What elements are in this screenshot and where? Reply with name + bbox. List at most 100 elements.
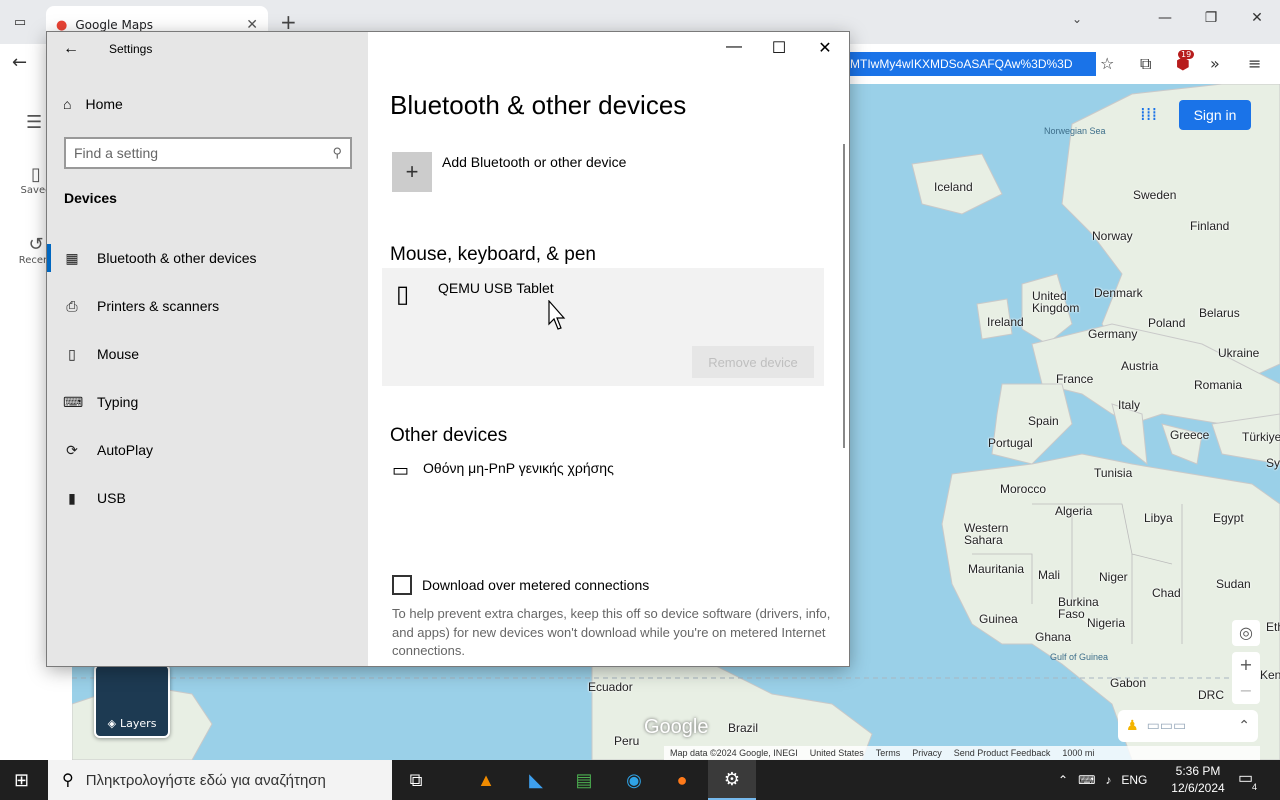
layers-button[interactable]: ◈ Layers xyxy=(94,664,170,738)
layers-icon: ◈ xyxy=(107,717,117,730)
language-indicator[interactable]: ENG xyxy=(1121,773,1147,787)
my-location-icon[interactable]: ◎ xyxy=(1232,620,1260,646)
scale-label[interactable]: 1000 mi xyxy=(1062,748,1094,758)
task-view-icon[interactable]: ⧉ xyxy=(392,760,440,800)
bookmark-star-icon[interactable]: ☆ xyxy=(1100,54,1114,73)
close-icon[interactable]: ✕ xyxy=(813,38,837,58)
tab-list-icon[interactable]: ▭ xyxy=(8,10,32,34)
vlc-icon[interactable]: ▲ xyxy=(462,760,510,800)
nav-typing[interactable]: ⌨ Typing xyxy=(47,380,368,424)
settings-title: Settings xyxy=(109,42,153,56)
imagery-thumbnails-icon[interactable]: ▭▭▭ xyxy=(1147,718,1187,734)
expand-chevron-icon[interactable]: ⌃ xyxy=(1238,718,1250,734)
metered-checkbox[interactable] xyxy=(392,575,412,595)
volume-icon[interactable]: ♪ xyxy=(1105,773,1111,787)
map-label: Italy xyxy=(1118,398,1141,412)
map-label: Ghana xyxy=(1035,630,1072,644)
map-region-link[interactable]: United States xyxy=(810,748,864,758)
google-apps-icon[interactable]: ⁞⁞⁞ xyxy=(1140,104,1157,125)
hamburger-icon[interactable]: ☰ xyxy=(26,112,42,133)
map-label: France xyxy=(1056,372,1094,386)
terms-link[interactable]: Terms xyxy=(876,748,901,758)
map-label: Sudan xyxy=(1216,577,1251,591)
map-label: Greece xyxy=(1170,428,1210,442)
windows-start-icon[interactable]: ⊞ xyxy=(14,770,29,791)
tray-chevron-icon[interactable]: ⌃ xyxy=(1058,773,1068,787)
google-logo: Google xyxy=(644,716,709,738)
extensions-icon[interactable]: ⧉ xyxy=(1140,54,1151,74)
settings-back-icon[interactable]: ← xyxy=(63,40,79,58)
tab-title: Google Maps xyxy=(75,18,154,32)
find-setting-input[interactable] xyxy=(74,145,314,161)
feedback-link[interactable]: Send Product Feedback xyxy=(954,748,1051,758)
street-view-bar[interactable]: ♟ ▭▭▭ ⌃ xyxy=(1118,710,1258,742)
url-field[interactable]: MTIwMy4wIKXMDSoASAFQAw%3D%3D xyxy=(848,52,1096,76)
menu-icon[interactable]: ≡ xyxy=(1248,54,1261,73)
maximize-icon[interactable]: ☐ xyxy=(767,38,791,58)
content-scrollbar[interactable] xyxy=(843,144,845,448)
browser-back-icon[interactable]: ← xyxy=(12,52,27,73)
mouse-icon: ▯ xyxy=(68,345,76,362)
find-setting-field[interactable]: ⚲ xyxy=(64,137,352,169)
add-device-button[interactable]: + Add Bluetooth or other device xyxy=(392,152,626,192)
zoom-in-icon[interactable]: + xyxy=(1232,652,1260,678)
minimize-icon[interactable]: — xyxy=(722,38,746,56)
settings-gear-icon[interactable]: ⚙ xyxy=(708,760,756,800)
nav-label: Bluetooth & other devices xyxy=(97,250,257,266)
metered-checkbox-row[interactable]: Download over metered connections xyxy=(392,575,649,595)
more-chevrons-icon[interactable]: » xyxy=(1210,54,1220,73)
map-label: Chad xyxy=(1152,586,1181,600)
new-tab-icon[interactable]: + xyxy=(280,10,297,34)
map-label: Austria xyxy=(1121,359,1159,373)
metered-help-text: To help prevent extra charges, keep this… xyxy=(392,606,831,658)
pegman-icon[interactable]: ♟ xyxy=(1126,718,1139,734)
taskbar-search-input[interactable] xyxy=(85,771,366,789)
notification-count: 4 xyxy=(1252,782,1258,792)
map-label: Belarus xyxy=(1199,306,1240,320)
add-device-label: Add Bluetooth or other device xyxy=(442,154,627,170)
map-footer: Map data ©2024 Google, INEGI United Stat… xyxy=(664,746,1260,760)
map-label: Ecuador xyxy=(588,680,633,694)
device-card-qemu[interactable]: ▯ QEMU USB Tablet Remove device xyxy=(382,268,824,386)
notification-icon[interactable]: ▭ xyxy=(1238,768,1253,788)
map-label: Poland xyxy=(1148,316,1186,330)
edge-icon[interactable]: ◉ xyxy=(610,760,658,800)
map-label: Brazil xyxy=(728,721,759,735)
clock[interactable]: 5:36 PM 12/6/2024 xyxy=(1166,763,1230,797)
firefox-icon[interactable]: ● xyxy=(658,760,706,800)
autoplay-icon: ⟳ xyxy=(66,441,78,458)
map-label: Finland xyxy=(1190,219,1230,233)
map-label: Eth xyxy=(1266,620,1280,634)
sign-in-button[interactable]: Sign in xyxy=(1179,100,1251,130)
nav-label: Mouse xyxy=(97,346,140,362)
vscode-icon[interactable]: ◣ xyxy=(512,760,560,800)
map-label: Portugal xyxy=(988,436,1033,450)
settings-sidebar: ← Settings ⌂ Home ⚲ Devices ▦ Bluetooth … xyxy=(47,32,368,666)
map-attribution: Map data ©2024 Google, INEGI xyxy=(670,748,798,758)
notepad-icon[interactable]: ▤ xyxy=(560,760,608,800)
zoom-out-icon[interactable]: − xyxy=(1232,678,1260,704)
nav-autoplay[interactable]: ⟳ AutoPlay xyxy=(47,428,368,472)
network-icon[interactable]: ⌨ xyxy=(1078,773,1095,787)
map-label: Denmark xyxy=(1094,286,1143,300)
device-item-monitor[interactable]: ▭ Οθόνη μη-PnP γενικής χρήσης xyxy=(392,460,614,481)
nav-mouse[interactable]: ▯ Mouse xyxy=(47,332,368,376)
remove-device-button[interactable]: Remove device xyxy=(692,346,814,378)
nav-bluetooth[interactable]: ▦ Bluetooth & other devices xyxy=(47,236,368,280)
tab-close-icon[interactable]: ✕ xyxy=(246,17,258,33)
browser-restore-icon[interactable]: ❐ xyxy=(1196,10,1226,26)
nav-printers[interactable]: ⎙ Printers & scanners xyxy=(47,284,368,328)
nav-usb[interactable]: ▮ USB xyxy=(47,476,368,520)
browser-close-icon[interactable]: ✕ xyxy=(1242,10,1272,26)
home-label: Home xyxy=(85,96,123,112)
map-label: Iceland xyxy=(934,180,973,194)
map-label: Algeria xyxy=(1055,504,1093,518)
map-label: Romania xyxy=(1194,378,1243,392)
map-label: Türkiye xyxy=(1242,430,1280,444)
taskbar-search[interactable]: ⚲ xyxy=(48,760,392,800)
map-label: Gabon xyxy=(1110,676,1147,690)
home-nav[interactable]: ⌂ Home xyxy=(63,96,123,112)
browser-minimize-icon[interactable]: — xyxy=(1150,10,1180,26)
tab-search-chevron-icon[interactable]: ⌄ xyxy=(1072,12,1082,26)
privacy-link[interactable]: Privacy xyxy=(912,748,942,758)
